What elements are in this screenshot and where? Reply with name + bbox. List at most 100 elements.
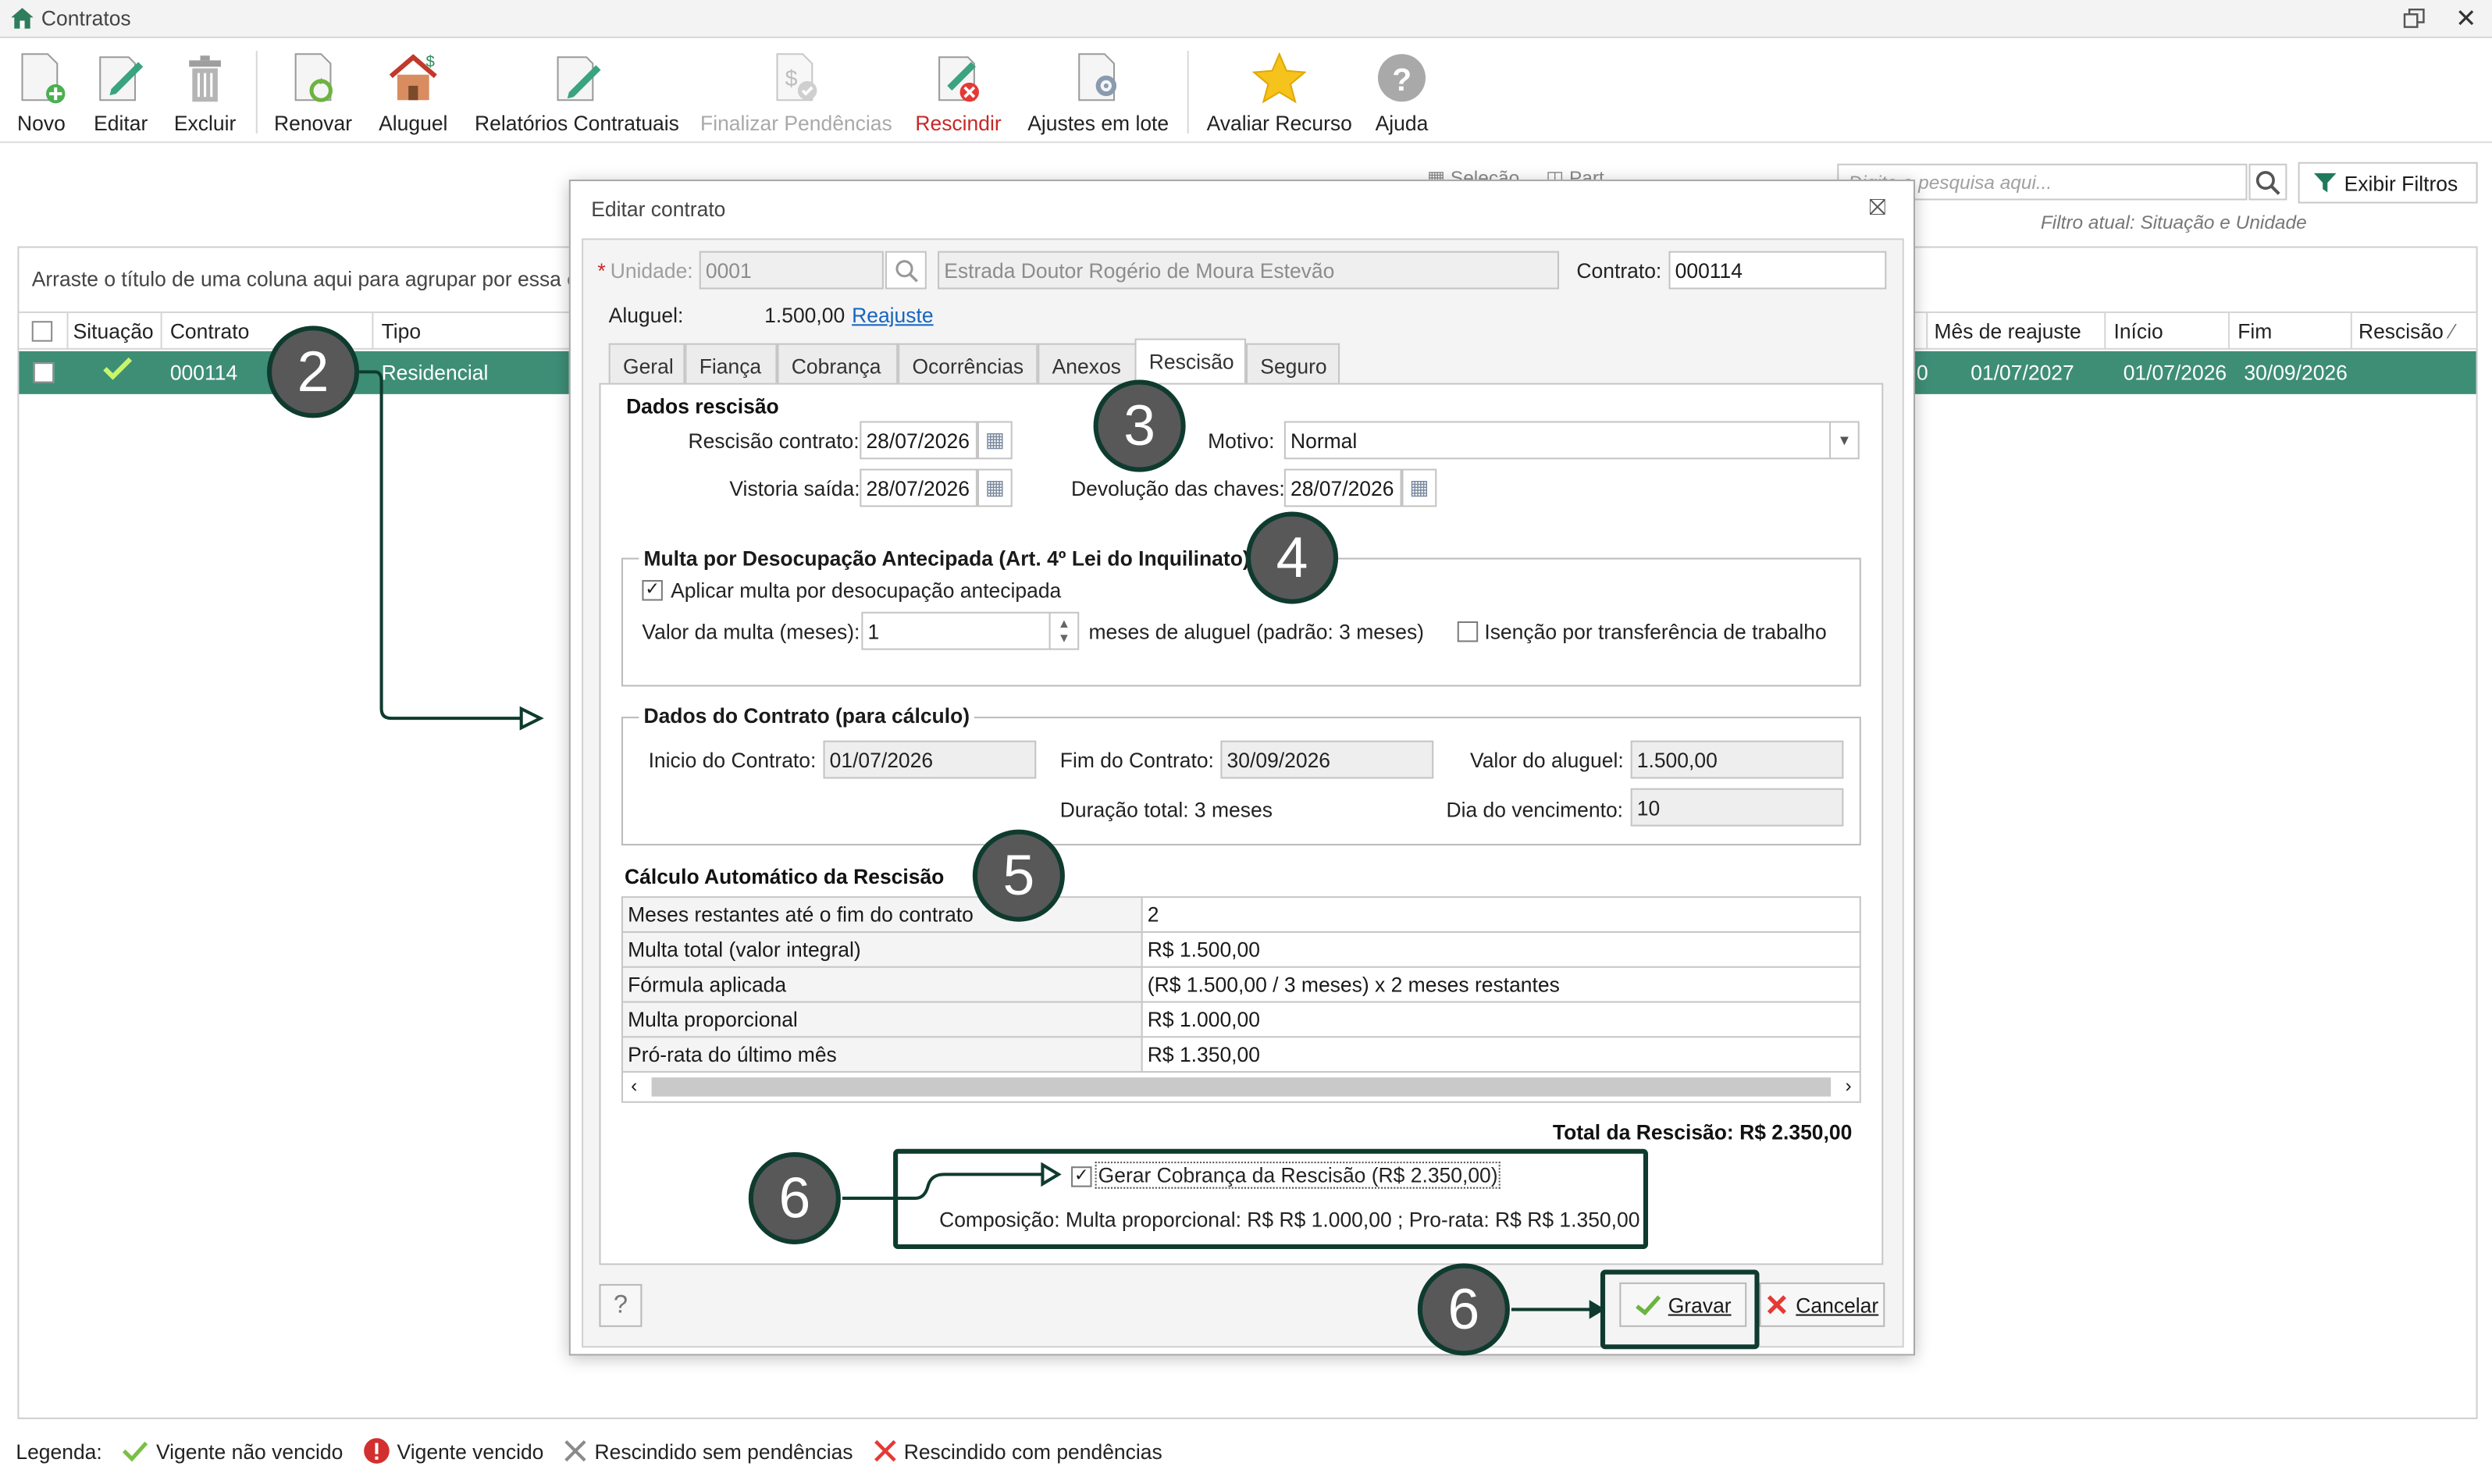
rescisao-calendar-button[interactable]: ▦ bbox=[977, 421, 1013, 460]
column-rescisao[interactable]: Rescisão bbox=[2358, 319, 2444, 343]
vistoria-calendar-button[interactable]: ▦ bbox=[977, 468, 1013, 507]
tab-rescisao[interactable]: Rescisão bbox=[1134, 338, 1246, 385]
toolbar-separator bbox=[255, 51, 258, 133]
valor-multa-label: Valor da multa (meses): bbox=[642, 619, 860, 644]
isencao-checkbox[interactable] bbox=[1457, 621, 1479, 642]
svg-text:$: $ bbox=[426, 53, 435, 70]
close-window-icon[interactable]: ✕ bbox=[2455, 3, 2476, 35]
calculo-table: Meses restantes até o fim do contrato 2 M… bbox=[621, 896, 1861, 1073]
callout-3: 3 bbox=[1093, 379, 1186, 472]
valor-multa-field[interactable]: 1 bbox=[861, 611, 1051, 650]
toolbar-separator bbox=[1187, 51, 1189, 133]
fim-contrato-field: 30/09/2026 bbox=[1220, 740, 1434, 779]
motivo-select[interactable]: Normal bbox=[1283, 421, 1832, 460]
rescindir-button[interactable]: Rescindir bbox=[912, 48, 1004, 140]
svg-text:?: ? bbox=[1392, 62, 1412, 98]
renovar-button[interactable]: Renovar bbox=[270, 48, 356, 140]
relatorios-button[interactable]: Relatórios Contratuais bbox=[474, 48, 681, 140]
devolucao-calendar-button[interactable]: ▦ bbox=[1401, 468, 1437, 507]
select-all-checkbox[interactable] bbox=[31, 321, 53, 347]
excluir-button[interactable]: Excluir bbox=[172, 48, 238, 140]
window-title: Contratos bbox=[41, 6, 131, 30]
contrato-label: Contrato: bbox=[1576, 258, 1662, 283]
unidade-name-field: Estrada Doutor Rogério de Moura Estevão bbox=[938, 251, 1560, 290]
scrollbar-thumb[interactable] bbox=[651, 1077, 1832, 1097]
callout-4: 4 bbox=[1245, 511, 1339, 604]
vistoria-saida-date[interactable]: 28/07/2026 bbox=[860, 468, 977, 507]
meses-hint: meses de aluguel (padrão: 3 meses) bbox=[1088, 619, 1425, 644]
dialog-title: Editar contrato bbox=[591, 197, 726, 221]
editar-button[interactable]: Editar bbox=[92, 48, 149, 140]
new-document-icon bbox=[12, 48, 69, 105]
valor-aluguel-label: Valor do aluguel: bbox=[1470, 748, 1624, 773]
valor-multa-stepper[interactable]: ▲ ▼ bbox=[1048, 611, 1080, 650]
aplicar-multa-checkbox[interactable]: ✓ bbox=[642, 580, 663, 601]
inicio-contrato-label: Inicio do Contrato: bbox=[648, 748, 817, 773]
calculo-scrollbar[interactable]: ‹ › bbox=[621, 1071, 1861, 1103]
ajuda-button[interactable]: ? Ajuda bbox=[1370, 48, 1433, 140]
red-x-icon bbox=[874, 1440, 896, 1462]
unidade-code-field[interactable]: 0001 bbox=[699, 251, 884, 290]
gray-x-icon bbox=[564, 1440, 586, 1462]
cancelar-button[interactable]: Cancelar bbox=[1759, 1282, 1885, 1327]
aluguel-value: 1.500,00 bbox=[764, 303, 846, 328]
legend-vigente-nao-vencido: Vigente não vencido bbox=[121, 1439, 343, 1463]
rescisao-contrato-label: Rescisão contrato: bbox=[688, 429, 860, 454]
duracao-total: Duração total: 3 meses bbox=[1059, 797, 1273, 822]
star-icon bbox=[1205, 48, 1354, 105]
window-titlebar: Contratos ✕ bbox=[0, 0, 2492, 38]
help-icon: ? bbox=[1370, 48, 1433, 105]
avaliar-recurso-button[interactable]: Avaliar Recurso bbox=[1205, 48, 1354, 140]
column-inicio[interactable]: Início bbox=[2113, 319, 2163, 343]
aplicar-multa-label: Aplicar multa por desocupação antecipada bbox=[671, 578, 1062, 603]
novo-button[interactable]: Novo bbox=[12, 48, 69, 140]
finalizar-pendencias-button[interactable]: $ Finalizar Pendências bbox=[700, 48, 893, 140]
column-fim[interactable]: Fim bbox=[2237, 319, 2272, 343]
group-by-hint: Arraste o título de uma coluna aqui para… bbox=[31, 266, 578, 291]
row-mes-reajuste: 01/07/2027 bbox=[1970, 361, 2074, 385]
contrato-field[interactable]: 000114 bbox=[1668, 251, 1887, 290]
total-rescisao: Total da Rescisão: R$ 2.350,00 bbox=[1552, 1120, 1853, 1144]
row-fim: 30/09/2026 bbox=[2244, 361, 2348, 385]
scroll-left-icon[interactable]: ‹ bbox=[631, 1074, 637, 1096]
tab-cobranca[interactable]: Cobrança bbox=[777, 343, 899, 385]
row-cut-value: 0 bbox=[1917, 361, 1928, 385]
chevron-down-icon: ▼ bbox=[1837, 432, 1852, 449]
search-icon bbox=[2255, 170, 2280, 194]
tab-fianca[interactable]: Fiança bbox=[685, 343, 778, 385]
help-button[interactable]: ? bbox=[599, 1283, 643, 1327]
reajuste-link[interactable]: Reajuste bbox=[852, 304, 933, 328]
restore-window-icon[interactable] bbox=[2403, 8, 2425, 34]
column-contrato[interactable]: Contrato bbox=[170, 319, 250, 343]
column-mes-reajuste[interactable]: Mês de reajuste bbox=[1934, 319, 2081, 343]
calendar-icon: ▦ bbox=[984, 475, 1005, 500]
scroll-right-icon[interactable]: › bbox=[1845, 1074, 1851, 1096]
valor-aluguel-field: 1.500,00 bbox=[1630, 740, 1844, 779]
report-document-icon bbox=[474, 48, 681, 105]
callout-5: 5 bbox=[972, 829, 1065, 922]
column-situacao[interactable]: Situação bbox=[73, 319, 154, 343]
ajustes-em-lote-button[interactable]: Ajustes em lote bbox=[1024, 48, 1173, 140]
toolbar: Novo Editar Excluir Renovar $ Aluguel Re… bbox=[0, 37, 2492, 144]
devolucao-chaves-date[interactable]: 28/07/2026 bbox=[1283, 468, 1402, 507]
dialog-close-icon[interactable]: ⛝ bbox=[1869, 194, 1886, 221]
row-checkbox[interactable] bbox=[33, 362, 55, 388]
dados-rescisao-title: Dados rescisão bbox=[626, 393, 779, 418]
tab-ocorrencias[interactable]: Ocorrências bbox=[898, 343, 1038, 385]
search-button[interactable] bbox=[2248, 163, 2287, 201]
arrow-down-icon: ▼ bbox=[1057, 631, 1070, 646]
exibir-filtros-button[interactable]: Exibir Filtros bbox=[2298, 162, 2478, 204]
table-row: Fórmula aplicada (R$ 1.500,00 / 3 meses) … bbox=[621, 966, 1861, 1003]
arrow-up-icon: ▲ bbox=[1057, 616, 1070, 632]
tab-anexos[interactable]: Anexos bbox=[1038, 343, 1137, 385]
legend-rescindido-sem: Rescindido sem pendências bbox=[563, 1438, 853, 1464]
rescisao-contrato-date[interactable]: 28/07/2026 bbox=[860, 421, 977, 460]
motivo-dropdown-button[interactable]: ▼ bbox=[1829, 421, 1860, 460]
aluguel-button[interactable]: $ Aluguel bbox=[372, 48, 454, 140]
renew-document-icon bbox=[270, 48, 356, 105]
tab-geral[interactable]: Geral bbox=[608, 343, 685, 385]
tab-seguro[interactable]: Seguro bbox=[1245, 343, 1340, 385]
unidade-search-button[interactable] bbox=[885, 251, 927, 290]
gravar-highlight bbox=[1600, 1269, 1760, 1350]
column-tipo[interactable]: Tipo bbox=[382, 319, 422, 343]
